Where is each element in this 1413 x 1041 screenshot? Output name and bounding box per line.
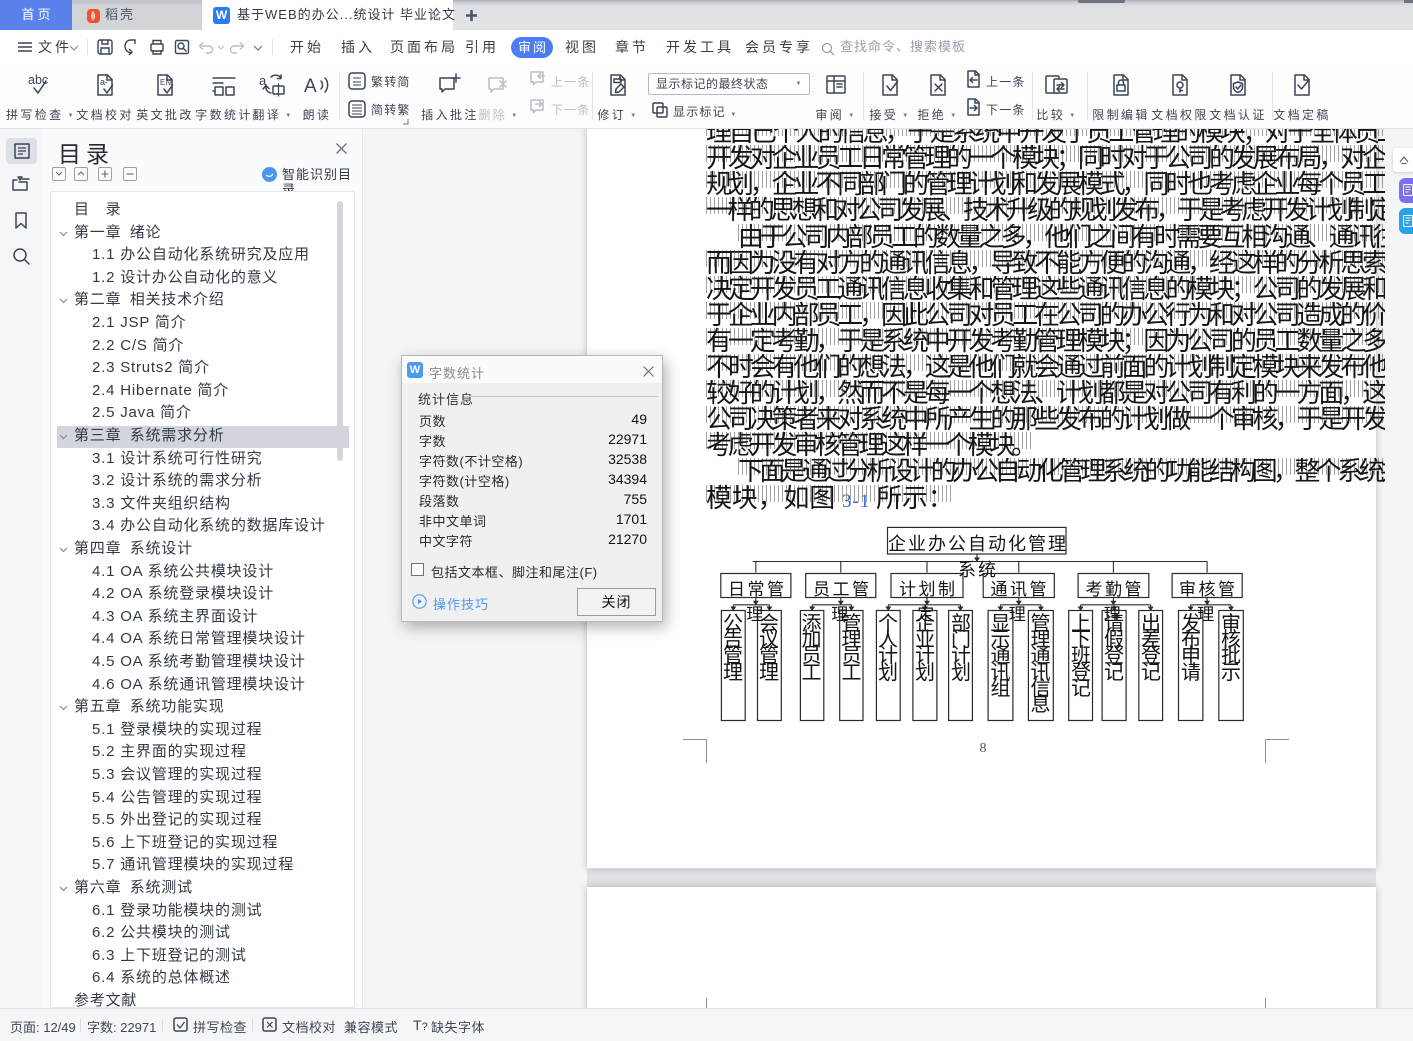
svg-text:a-: a- bbox=[100, 77, 108, 87]
svg-text:EN: EN bbox=[160, 78, 171, 87]
svg-text:abc: abc bbox=[28, 73, 48, 87]
svg-text:A: A bbox=[304, 76, 317, 97]
